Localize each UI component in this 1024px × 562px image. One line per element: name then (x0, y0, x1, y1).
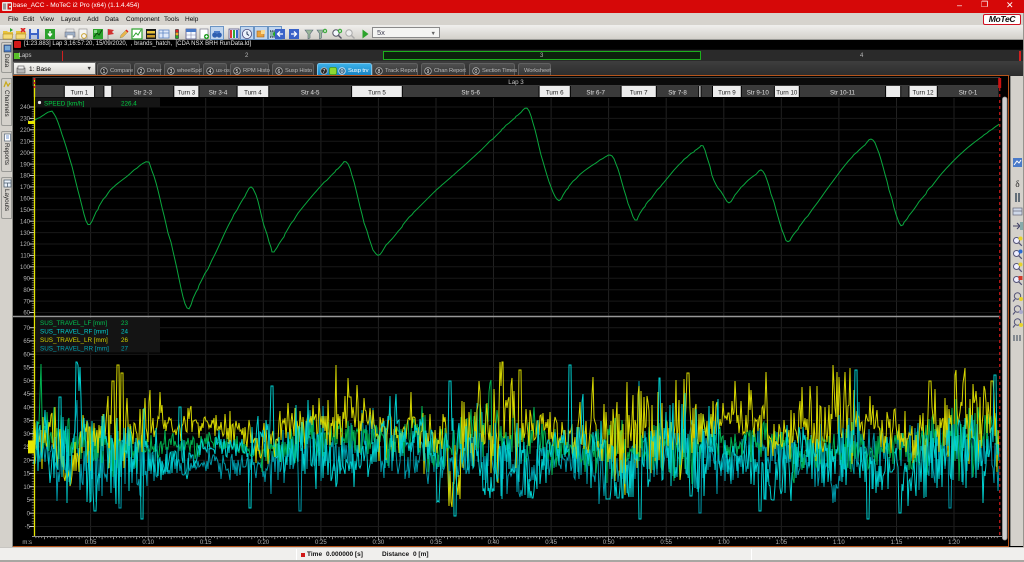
svg-text:15: 15 (23, 472, 30, 478)
svg-text:0:35: 0:35 (430, 540, 442, 546)
svg-text:60: 60 (23, 352, 30, 358)
svg-text:24: 24 (121, 329, 129, 336)
svg-text:Str 9-10: Str 9-10 (747, 89, 770, 96)
svg-text:0:30: 0:30 (373, 540, 385, 546)
svg-text:0:55: 0:55 (660, 540, 672, 546)
svg-text:5: 5 (27, 498, 31, 504)
svg-text:1:05: 1:05 (775, 540, 787, 546)
svg-text:220: 220 (20, 128, 31, 134)
svg-text:Lap 3: Lap 3 (508, 79, 524, 86)
svg-text:-5: -5 (25, 525, 31, 531)
svg-text:35: 35 (23, 419, 30, 425)
svg-text:130: 130 (20, 231, 31, 237)
svg-text:0:50: 0:50 (603, 540, 615, 546)
svg-text:65: 65 (23, 339, 30, 345)
svg-text:40: 40 (23, 405, 30, 411)
svg-text:Str 5-6: Str 5-6 (461, 89, 480, 96)
svg-text:80: 80 (23, 288, 30, 294)
svg-text:150: 150 (20, 208, 31, 214)
svg-text:Str 2-3: Str 2-3 (134, 89, 153, 96)
svg-text:Turn 7: Turn 7 (630, 89, 648, 96)
svg-text:SUS_TRAVEL_LF [mm]: SUS_TRAVEL_LF [mm] (40, 320, 107, 327)
svg-text:0: 0 (27, 511, 31, 517)
svg-text:55: 55 (23, 366, 30, 372)
svg-text:27: 27 (121, 346, 129, 353)
svg-text:0:25: 0:25 (315, 540, 327, 546)
svg-text:1:00: 1:00 (718, 540, 730, 546)
svg-text:70: 70 (23, 299, 30, 305)
svg-text:140: 140 (20, 219, 31, 225)
svg-text:30: 30 (23, 432, 30, 438)
svg-text:Turn 5: Turn 5 (368, 89, 386, 96)
svg-text:1:10: 1:10 (833, 540, 845, 546)
svg-text:Turn 10: Turn 10 (776, 89, 798, 96)
svg-text:Turn 12: Turn 12 (913, 89, 935, 96)
svg-text:Turn 1: Turn 1 (71, 89, 89, 96)
svg-text:45: 45 (23, 392, 30, 398)
svg-text:0:45: 0:45 (545, 540, 557, 546)
svg-text:Str 4-5: Str 4-5 (301, 89, 320, 96)
svg-text:10: 10 (23, 485, 30, 491)
svg-text:1:15: 1:15 (891, 540, 903, 546)
svg-text:120: 120 (20, 242, 31, 248)
svg-text:170: 170 (20, 185, 31, 191)
svg-text:Str 7-8: Str 7-8 (668, 89, 687, 96)
svg-text:Turn 4: Turn 4 (244, 89, 262, 96)
svg-text:240: 240 (20, 105, 31, 111)
svg-text:1:20: 1:20 (948, 540, 960, 546)
svg-text:200: 200 (20, 151, 31, 157)
svg-text:Turn 6: Turn 6 (546, 89, 564, 96)
svg-text:20: 20 (23, 458, 30, 464)
svg-text:0:05: 0:05 (85, 540, 97, 546)
svg-text:m:s: m:s (22, 540, 32, 546)
svg-text:0:20: 0:20 (257, 540, 269, 546)
svg-text:180: 180 (20, 174, 31, 180)
svg-text:Str 0-1: Str 0-1 (959, 89, 978, 96)
svg-text:SUS_TRAVEL_RF [mm]: SUS_TRAVEL_RF [mm] (40, 329, 108, 336)
svg-text:23: 23 (121, 320, 129, 327)
svg-text:210: 210 (20, 140, 31, 146)
svg-text:60: 60 (23, 311, 30, 317)
svg-text:SUS_TRAVEL_LR [mm]: SUS_TRAVEL_LR [mm] (40, 337, 108, 344)
svg-text:SPEED [km/h]: SPEED [km/h] (44, 100, 84, 107)
svg-text:0:40: 0:40 (488, 540, 500, 546)
svg-text:50: 50 (23, 379, 30, 385)
svg-text:226.4: 226.4 (121, 100, 137, 107)
svg-text:110: 110 (20, 254, 30, 260)
svg-text:Turn 3: Turn 3 (178, 89, 196, 96)
svg-text:Turn 9: Turn 9 (718, 89, 736, 96)
svg-text:160: 160 (20, 197, 31, 203)
svg-text:100: 100 (20, 265, 31, 271)
svg-text:SUS_TRAVEL_RR [mm]: SUS_TRAVEL_RR [mm] (40, 346, 109, 353)
svg-text:0:10: 0:10 (142, 540, 154, 546)
svg-text:Str 3-4: Str 3-4 (209, 89, 228, 96)
svg-text:0:15: 0:15 (200, 540, 212, 546)
svg-text:70: 70 (23, 326, 30, 332)
svg-text:26: 26 (121, 337, 129, 344)
svg-text:90: 90 (23, 277, 30, 283)
svg-text:190: 190 (20, 162, 31, 168)
svg-text:Str 6-7: Str 6-7 (586, 89, 605, 96)
svg-text:Str 10-11: Str 10-11 (830, 89, 856, 96)
